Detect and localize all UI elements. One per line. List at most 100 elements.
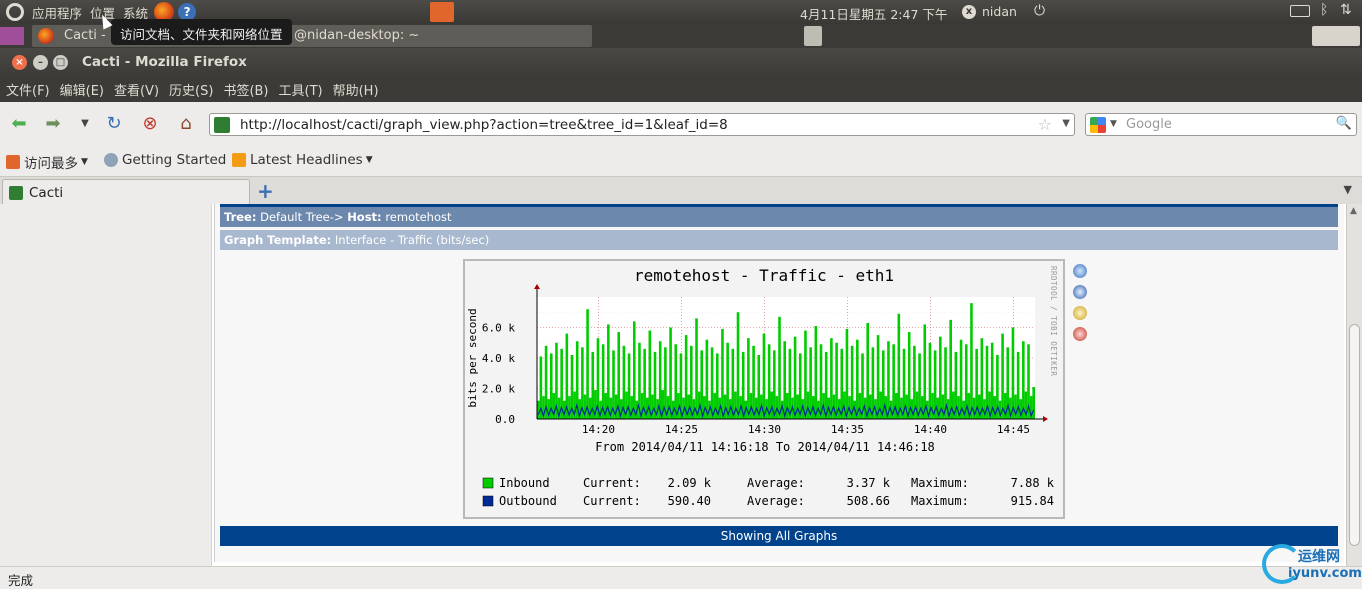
inbound-bar: [1001, 333, 1004, 419]
url-dropdown-icon[interactable]: ▼: [1062, 118, 1070, 129]
menubar: 文件(F) 编辑(E) 查看(V) 历史(S) 书签(B) 工具(T) 帮助(H…: [0, 76, 1362, 102]
places-tooltip: 访问文档、文件夹和网络位置: [111, 19, 292, 45]
x-tick-label: 14:30: [748, 423, 781, 436]
back-button[interactable]: ⬅: [8, 112, 30, 134]
user-name: nidan: [982, 4, 1017, 19]
menu-bookmarks[interactable]: 书签(B): [223, 80, 268, 99]
bookmark-latest-headlines[interactable]: Latest Headlines ▼: [232, 152, 373, 168]
tab-cacti[interactable]: Cacti: [2, 179, 250, 205]
legend-current-value: 2.09 k: [668, 476, 712, 490]
bookmark-most-visited[interactable]: 访问最多 ▼: [6, 152, 88, 172]
network-icon[interactable]: ⇅: [1340, 2, 1352, 18]
tree-label: Tree:: [224, 210, 257, 224]
forward-button[interactable]: ➡: [42, 112, 64, 134]
legend-maximum-value: 915.84: [1011, 494, 1054, 508]
template-value: Interface - Traffic (bits/sec): [334, 233, 490, 247]
keyboard-icon[interactable]: [1290, 5, 1310, 17]
watermark-line2: iyunv.com: [1288, 566, 1362, 581]
y-tick-label: 4.0 k: [482, 352, 515, 365]
window-minimize-button[interactable]: –: [33, 55, 48, 70]
export-icon[interactable]: [1073, 285, 1087, 299]
zoom-icon[interactable]: [1073, 264, 1087, 278]
bookmark-star-icon[interactable]: ☆: [1038, 115, 1052, 134]
bookmark-getting-started[interactable]: Getting Started: [104, 152, 226, 168]
scrollbar-thumb[interactable]: [1349, 324, 1360, 546]
inbound-bar: [1011, 327, 1015, 419]
window-title: Cacti - Mozilla Firefox: [82, 54, 247, 70]
tab-list-dropdown-icon[interactable]: ▼: [1344, 183, 1352, 196]
inbound-bar: [713, 393, 716, 419]
new-tab-plus-icon[interactable]: +: [257, 179, 274, 203]
reload-button[interactable]: ↻: [103, 112, 125, 134]
clock[interactable]: 4月11日星期五 2:47 下午: [800, 4, 947, 23]
x-axis-arrow: [1043, 416, 1048, 422]
inbound-bar: [1032, 386, 1035, 419]
power-icon[interactable]: ⏻: [1034, 3, 1045, 19]
scroll-up-icon[interactable]: ▲: [1350, 206, 1357, 216]
window-titlebar[interactable]: × – □ Cacti - Mozilla Firefox: [0, 48, 1362, 76]
x-tick-label: 14:40: [914, 423, 947, 436]
user-menu[interactable]: x nidan: [962, 4, 1017, 19]
inbound-bar: [824, 351, 828, 419]
show-desktop-icon[interactable]: [0, 27, 24, 45]
inbound-bar: [949, 319, 952, 419]
url-text[interactable]: http://localhost/cacti/graph_view.php?ac…: [240, 117, 728, 133]
legend-series-name: Outbound: [499, 494, 557, 508]
home-button[interactable]: ⌂: [175, 112, 197, 134]
inbound-bar: [856, 339, 859, 419]
chevron-down-icon: ▼: [365, 155, 373, 165]
rrdtool-credit-label: RRDTOOL / TOBI OETIKER: [1049, 266, 1058, 376]
traffic-graph[interactable]: remotehost - Traffic - eth1 bits per seco…: [463, 259, 1065, 519]
cacti-main-pane: Tree: Default Tree-> Host: remotehost Gr…: [214, 204, 1344, 562]
stop-button[interactable]: ⊗: [139, 112, 161, 134]
inbound-bar: [970, 303, 973, 419]
inbound-bar: [752, 345, 755, 419]
inbound-bar: [747, 338, 750, 419]
menu-history[interactable]: 历史(S): [169, 80, 213, 99]
menu-edit[interactable]: 编辑(E): [60, 80, 104, 99]
bluetooth-icon[interactable]: ᛒ: [1320, 2, 1328, 18]
search-engine-dropdown-icon[interactable]: ▼: [1110, 119, 1117, 129]
applications-menu[interactable]: 应用程序: [32, 3, 82, 22]
trash-icon[interactable]: [804, 26, 822, 46]
y-tick-label: 0.0: [495, 413, 515, 426]
legend-current-value: 590.40: [668, 494, 711, 508]
inbound-bar: [726, 342, 729, 419]
move-up-icon[interactable]: [1073, 327, 1087, 341]
menu-file[interactable]: 文件(F): [6, 80, 50, 99]
search-icon[interactable]: 🔍: [1336, 116, 1352, 131]
inbound-bar: [793, 336, 797, 419]
search-bar[interactable]: ▼ Google 🔍: [1085, 113, 1357, 136]
vertical-scrollbar[interactable]: ▲: [1346, 204, 1362, 566]
template-label: Graph Template:: [224, 233, 332, 247]
tab-label: Cacti: [29, 184, 64, 201]
tab-bar: Cacti + ▼: [0, 176, 1362, 205]
history-dropdown-icon[interactable]: ▼: [74, 112, 96, 134]
menu-view[interactable]: 查看(V): [114, 80, 159, 99]
bookmark-label: Getting Started: [122, 152, 227, 168]
inbound-bar: [980, 338, 984, 419]
x-tick-label: 14:35: [831, 423, 864, 436]
google-icon[interactable]: [1090, 117, 1106, 133]
window-maximize-button[interactable]: □: [53, 55, 68, 70]
url-bar[interactable]: http://localhost/cacti/graph_view.php?ac…: [209, 113, 1075, 136]
taskbar-terminal-label[interactable]: @nidan-desktop: ~: [294, 28, 419, 43]
inbound-bar: [674, 344, 678, 419]
tree-value[interactable]: Default Tree->: [260, 210, 343, 224]
bookmarks-toolbar: 访问最多 ▼ Getting Started Latest Headlines ▼: [0, 144, 1362, 176]
host-value[interactable]: remotehost: [385, 210, 451, 224]
properties-icon[interactable]: [1073, 306, 1087, 320]
workspace-switcher[interactable]: [1312, 26, 1360, 46]
navigation-toolbar: ⬅ ➡ ▼ ↻ ⊗ ⌂ http://localhost/cacti/graph…: [0, 102, 1362, 144]
menu-tools[interactable]: 工具(T): [279, 80, 323, 99]
window-close-button[interactable]: ×: [12, 55, 27, 70]
ubuntu-logo-icon[interactable]: [6, 3, 24, 21]
inbound-bar: [762, 333, 766, 419]
y-tick-label: 6.0 k: [482, 322, 515, 335]
menu-help[interactable]: 帮助(H): [333, 80, 379, 99]
legend-current-label: Current:: [583, 494, 641, 508]
page-content: Tree: Default Tree-> Host: remotehost Gr…: [0, 204, 1346, 566]
inbound-bar: [876, 335, 880, 419]
site-watermark-logo: 运维网 iyunv.com: [1262, 544, 1362, 589]
folder-icon[interactable]: [430, 2, 454, 22]
